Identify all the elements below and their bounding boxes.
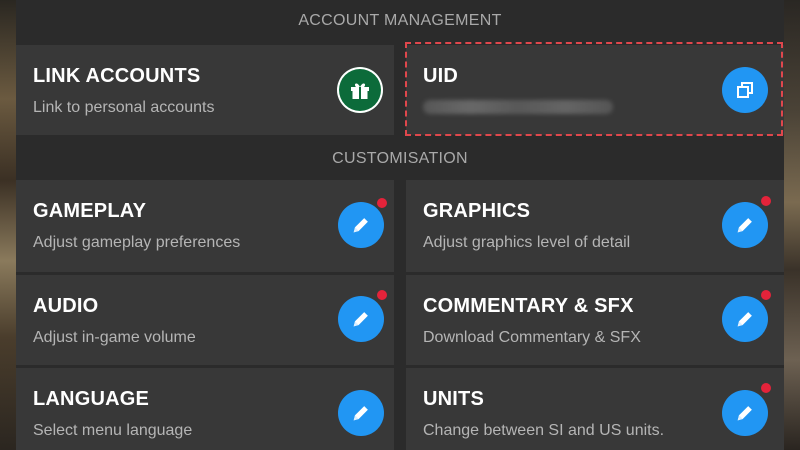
- graphics-edit-button[interactable]: [722, 202, 768, 248]
- gameplay-subtitle: Adjust gameplay preferences: [33, 234, 241, 251]
- section-header-account: ACCOUNT MANAGEMENT: [298, 12, 502, 29]
- units-edit-button[interactable]: [722, 390, 768, 436]
- commentary-edit-button[interactable]: [722, 296, 768, 342]
- uid-title: UID: [423, 65, 459, 87]
- graphics-title: GRAPHICS: [423, 200, 531, 222]
- background-left: [0, 0, 16, 450]
- audio-edit-button[interactable]: [338, 296, 384, 342]
- background-right: [784, 0, 800, 450]
- graphics-notification-badge: [761, 196, 771, 206]
- gameplay-title: GAMEPLAY: [33, 200, 147, 222]
- pencil-icon: [353, 218, 368, 233]
- copy-uid-button[interactable]: [722, 67, 768, 113]
- gift-icon: [351, 83, 369, 99]
- link-accounts-subtitle: Link to personal accounts: [33, 99, 215, 116]
- units-title: UNITS: [423, 388, 484, 410]
- language-title: LANGUAGE: [33, 388, 150, 410]
- language-card[interactable]: LANGUAGE Select menu language: [16, 368, 394, 450]
- copy-icon: [737, 82, 753, 98]
- gameplay-edit-button[interactable]: [338, 202, 384, 248]
- audio-title: AUDIO: [33, 295, 99, 317]
- pencil-icon: [353, 406, 368, 421]
- language-subtitle: Select menu language: [33, 422, 193, 439]
- graphics-card[interactable]: GRAPHICS Adjust graphics level of detail: [406, 180, 784, 272]
- uid-value-redacted: [423, 100, 613, 114]
- gameplay-card[interactable]: GAMEPLAY Adjust gameplay preferences: [16, 180, 394, 272]
- units-subtitle: Change between SI and US units.: [423, 422, 665, 439]
- commentary-notification-badge: [761, 290, 771, 300]
- gameplay-notification-badge: [377, 198, 387, 208]
- section-header-customisation: CUSTOMISATION: [332, 150, 468, 167]
- commentary-title: COMMENTARY & SFX: [423, 295, 634, 317]
- pencil-icon: [737, 406, 752, 421]
- link-accounts-title: LINK ACCOUNTS: [33, 65, 201, 87]
- pencil-icon: [737, 312, 752, 327]
- units-notification-badge: [761, 383, 771, 393]
- link-accounts-button[interactable]: [337, 67, 383, 113]
- pencil-icon: [737, 218, 752, 233]
- audio-notification-badge: [377, 290, 387, 300]
- audio-subtitle: Adjust in-game volume: [33, 329, 196, 346]
- settings-panel: ACCOUNT MANAGEMENT LINK ACCOUNTS Link to…: [16, 0, 784, 450]
- commentary-subtitle: Download Commentary & SFX: [423, 329, 641, 346]
- commentary-card[interactable]: COMMENTARY & SFX Download Commentary & S…: [406, 275, 784, 365]
- pencil-icon: [353, 312, 368, 327]
- units-card[interactable]: UNITS Change between SI and US units.: [406, 368, 784, 450]
- link-accounts-card[interactable]: LINK ACCOUNTS Link to personal accounts: [16, 45, 394, 135]
- language-edit-button[interactable]: [338, 390, 384, 436]
- uid-card: UID: [406, 45, 784, 135]
- audio-card[interactable]: AUDIO Adjust in-game volume: [16, 275, 394, 365]
- graphics-subtitle: Adjust graphics level of detail: [423, 234, 631, 251]
